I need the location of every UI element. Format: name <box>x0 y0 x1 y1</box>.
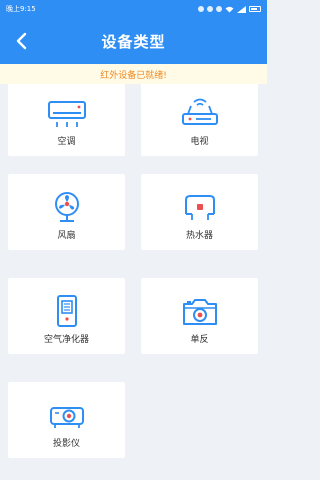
device-card-projector[interactable]: 投影仪 <box>8 382 125 458</box>
device-label: 热水器 <box>185 231 213 241</box>
device-label: 风扇 <box>57 231 76 241</box>
device-label: 单反 <box>190 335 209 345</box>
notice-text: 红外设备已就绪! <box>100 70 167 81</box>
battery-icon <box>249 6 261 12</box>
air-conditioner-icon <box>47 101 86 127</box>
device-card-air-purifier[interactable]: 空气净化器 <box>8 278 125 354</box>
projector-icon <box>49 407 84 428</box>
wifi-icon <box>225 6 234 12</box>
water-heater-icon <box>184 195 215 220</box>
camera-icon <box>182 299 217 325</box>
signal-icon <box>237 5 246 13</box>
alarm-icon <box>216 6 222 12</box>
page-title: 设备类型 <box>101 33 166 51</box>
air-purifier-icon <box>56 295 77 327</box>
device-label: 投影仪 <box>52 439 80 449</box>
device-card-water-heater[interactable]: 热水器 <box>141 174 258 250</box>
status-time: 晚上9:15 <box>6 5 36 13</box>
status-bar: 晚上9:15 <box>0 0 267 18</box>
device-card-tv[interactable]: 电视 <box>141 84 258 156</box>
device-card-fan[interactable]: 风扇 <box>8 174 125 250</box>
device-label: 空气净化器 <box>43 335 89 345</box>
device-label: 电视 <box>190 137 209 147</box>
nav-bar: 设备类型 <box>0 18 267 64</box>
device-card-air-conditioner[interactable]: 空调 <box>8 84 125 156</box>
notification-icon <box>198 6 204 12</box>
fan-icon <box>54 192 79 222</box>
tv-router-icon <box>181 98 218 125</box>
device-card-camera[interactable]: 单反 <box>141 278 258 354</box>
device-grid: 空调 电视 风扇 热水器 空气净化器 单反 投影仪 <box>0 84 267 480</box>
vibrate-icon <box>207 6 213 12</box>
notice-bar: 红外设备已就绪! <box>0 64 267 84</box>
device-label: 空调 <box>57 137 76 147</box>
status-icons <box>198 5 261 13</box>
